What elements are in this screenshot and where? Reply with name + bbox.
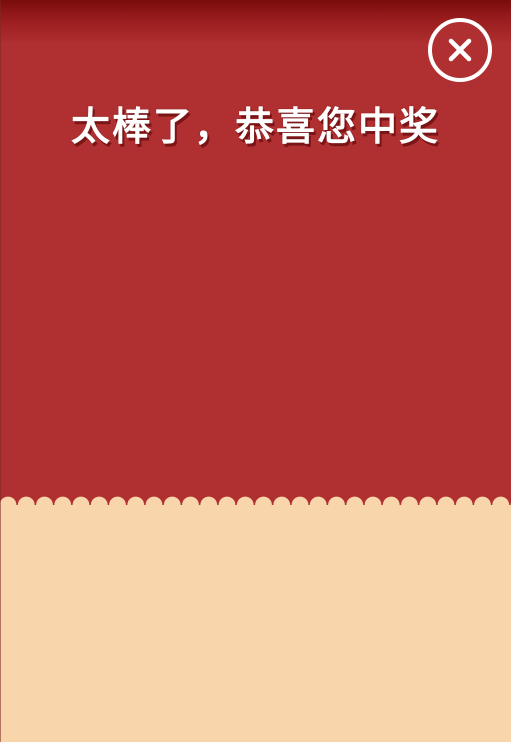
prize-dialog: 太棒了，恭喜您中奖 bbox=[0, 0, 511, 742]
congrats-headline: 太棒了，恭喜您中奖 bbox=[70, 105, 440, 150]
close-button[interactable] bbox=[428, 18, 492, 82]
prize-dialog-bottom-panel bbox=[0, 505, 511, 742]
close-icon bbox=[448, 38, 472, 62]
prize-dialog-top-panel bbox=[0, 0, 511, 512]
